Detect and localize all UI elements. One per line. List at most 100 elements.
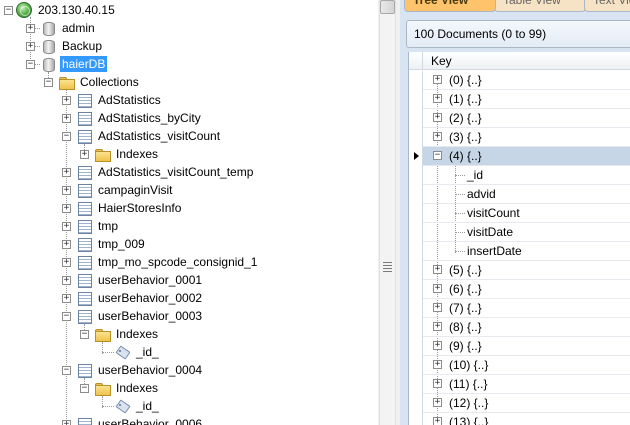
expand-icon[interactable]: + xyxy=(26,24,35,33)
tree-node-database-selected[interactable]: haierDB xyxy=(40,55,108,73)
expand-icon[interactable]: + xyxy=(62,114,71,123)
expand-icon[interactable]: + xyxy=(62,204,71,213)
table-row[interactable]: advid xyxy=(409,185,630,204)
collapse-icon[interactable]: − xyxy=(62,312,71,321)
tab-text-view[interactable]: Text View xyxy=(584,0,630,12)
row-selector[interactable] xyxy=(409,90,423,109)
row-selector[interactable] xyxy=(409,109,423,128)
table-row[interactable]: visitCount xyxy=(409,204,630,223)
table-row[interactable]: insertDate xyxy=(409,242,630,261)
row-selector[interactable] xyxy=(409,128,423,147)
table-row[interactable]: + (6) {..} xyxy=(409,280,630,299)
table-row[interactable]: + (8) {..} xyxy=(409,318,630,337)
tree-node-collection[interactable]: userBehavior_0001 xyxy=(76,271,204,289)
collapse-icon[interactable]: − xyxy=(80,384,89,393)
table-row[interactable]: + (2) {..} xyxy=(409,109,630,128)
tree-node-collection[interactable]: tmp_mo_spcode_consignid_1 xyxy=(76,253,259,271)
collapse-icon[interactable]: − xyxy=(62,132,71,141)
row-selector[interactable] xyxy=(409,185,423,204)
expand-icon[interactable]: + xyxy=(62,186,71,195)
expand-icon[interactable]: + xyxy=(26,42,35,51)
tree-node-server[interactable]: − 203.130.40.15 xyxy=(4,1,117,19)
row-selector[interactable] xyxy=(409,375,423,394)
expand-icon[interactable]: + xyxy=(62,276,71,285)
expand-icon[interactable]: + xyxy=(433,417,442,425)
expand-icon[interactable]: + xyxy=(433,113,442,122)
collapse-icon[interactable]: − xyxy=(26,60,35,69)
expand-icon[interactable]: + xyxy=(433,265,442,274)
column-header-key[interactable]: Key xyxy=(431,54,452,68)
expand-icon[interactable]: + xyxy=(62,168,71,177)
expand-icon[interactable]: + xyxy=(433,303,442,312)
expand-icon[interactable]: + xyxy=(62,96,71,105)
row-selector[interactable] xyxy=(409,204,423,223)
expand-icon[interactable]: + xyxy=(433,360,442,369)
table-row[interactable]: + (13) {..} xyxy=(409,413,630,425)
row-selector[interactable] xyxy=(409,71,423,90)
tab-tree-view[interactable]: Tree View xyxy=(404,0,496,12)
expand-icon[interactable]: + xyxy=(433,379,442,388)
tree-node-database[interactable]: Backup xyxy=(40,37,104,55)
document-grid[interactable]: Key + (0) {..} + (1) {..} + (2) {..} + (3) {… xyxy=(408,52,630,425)
tree-node-collection[interactable]: tmp_009 xyxy=(76,235,147,253)
tree-node-collection[interactable]: userBehavior_0004 xyxy=(76,361,204,379)
collapse-icon[interactable]: − xyxy=(80,330,89,339)
table-row[interactable]: + (3) {..} xyxy=(409,128,630,147)
expand-icon[interactable]: + xyxy=(433,75,442,84)
tree-node-collection[interactable]: HaierStoresInfo xyxy=(76,199,183,217)
tree-node-database[interactable]: admin xyxy=(40,19,97,37)
row-selector[interactable] xyxy=(409,242,423,261)
expand-icon[interactable]: + xyxy=(62,420,71,425)
row-selector[interactable] xyxy=(409,280,423,299)
table-row-current[interactable]: − (4) {..} xyxy=(409,147,630,166)
expand-icon[interactable]: + xyxy=(62,294,71,303)
tree-node-collection[interactable]: userBehavior_0002 xyxy=(76,289,204,307)
collapse-icon[interactable]: − xyxy=(433,151,442,160)
table-row[interactable]: + (10) {..} xyxy=(409,356,630,375)
table-row[interactable]: + (11) {..} xyxy=(409,375,630,394)
expand-icon[interactable]: + xyxy=(433,132,442,141)
row-selector[interactable] xyxy=(409,147,423,166)
table-row[interactable]: _id xyxy=(409,166,630,185)
row-selector[interactable] xyxy=(409,318,423,337)
collapse-icon[interactable]: − xyxy=(44,78,53,87)
row-selector[interactable] xyxy=(409,413,423,425)
tree-node-collection[interactable]: AdStatistics xyxy=(76,91,163,109)
collapse-icon[interactable]: − xyxy=(4,5,13,15)
expand-icon[interactable]: + xyxy=(433,322,442,331)
row-selector[interactable] xyxy=(409,261,423,280)
expand-icon[interactable]: + xyxy=(62,222,71,231)
tree-node-indexes-folder[interactable]: Indexes xyxy=(94,379,160,397)
table-row[interactable]: + (12) {..} xyxy=(409,394,630,413)
table-row[interactable]: + (0) {..} xyxy=(409,71,630,90)
tab-table-view[interactable]: Table View xyxy=(494,0,586,12)
table-row[interactable]: + (1) {..} xyxy=(409,90,630,109)
table-row[interactable]: + (7) {..} xyxy=(409,299,630,318)
tree-node-indexes-folder[interactable]: Indexes xyxy=(94,325,160,343)
expand-icon[interactable]: + xyxy=(433,341,442,350)
row-selector[interactable] xyxy=(409,166,423,185)
collapse-icon[interactable]: − xyxy=(62,366,71,375)
row-selector[interactable] xyxy=(409,394,423,413)
tree-node-index[interactable]: _id_ xyxy=(114,397,161,415)
table-row[interactable]: + (9) {..} xyxy=(409,337,630,356)
row-selector[interactable] xyxy=(409,356,423,375)
expand-icon[interactable]: + xyxy=(433,398,442,407)
expand-icon[interactable]: + xyxy=(433,284,442,293)
tree-node-indexes-folder[interactable]: Indexes xyxy=(94,145,160,163)
tree-node-collection[interactable]: userBehavior_0003 xyxy=(76,307,204,325)
table-row[interactable]: + (5) {..} xyxy=(409,261,630,280)
expand-icon[interactable]: + xyxy=(62,258,71,267)
expand-icon[interactable]: + xyxy=(433,94,442,103)
vertical-scrollbar[interactable] xyxy=(379,0,396,425)
expand-icon[interactable]: + xyxy=(62,240,71,249)
pane-splitter[interactable] xyxy=(378,0,400,425)
tree-node-collection[interactable]: AdStatistics_visitCount_temp xyxy=(76,163,255,181)
expand-icon[interactable]: + xyxy=(80,150,89,159)
tree-node-collections-folder[interactable]: Collections xyxy=(58,73,141,91)
tree-node-index[interactable]: _id_ xyxy=(114,343,161,361)
row-selector[interactable] xyxy=(409,299,423,318)
tree-pane[interactable]: − 203.130.40.15 + admin + Backup − haier… xyxy=(0,0,378,425)
table-row[interactable]: visitDate xyxy=(409,223,630,242)
scrollbar-thumb[interactable] xyxy=(380,0,395,14)
